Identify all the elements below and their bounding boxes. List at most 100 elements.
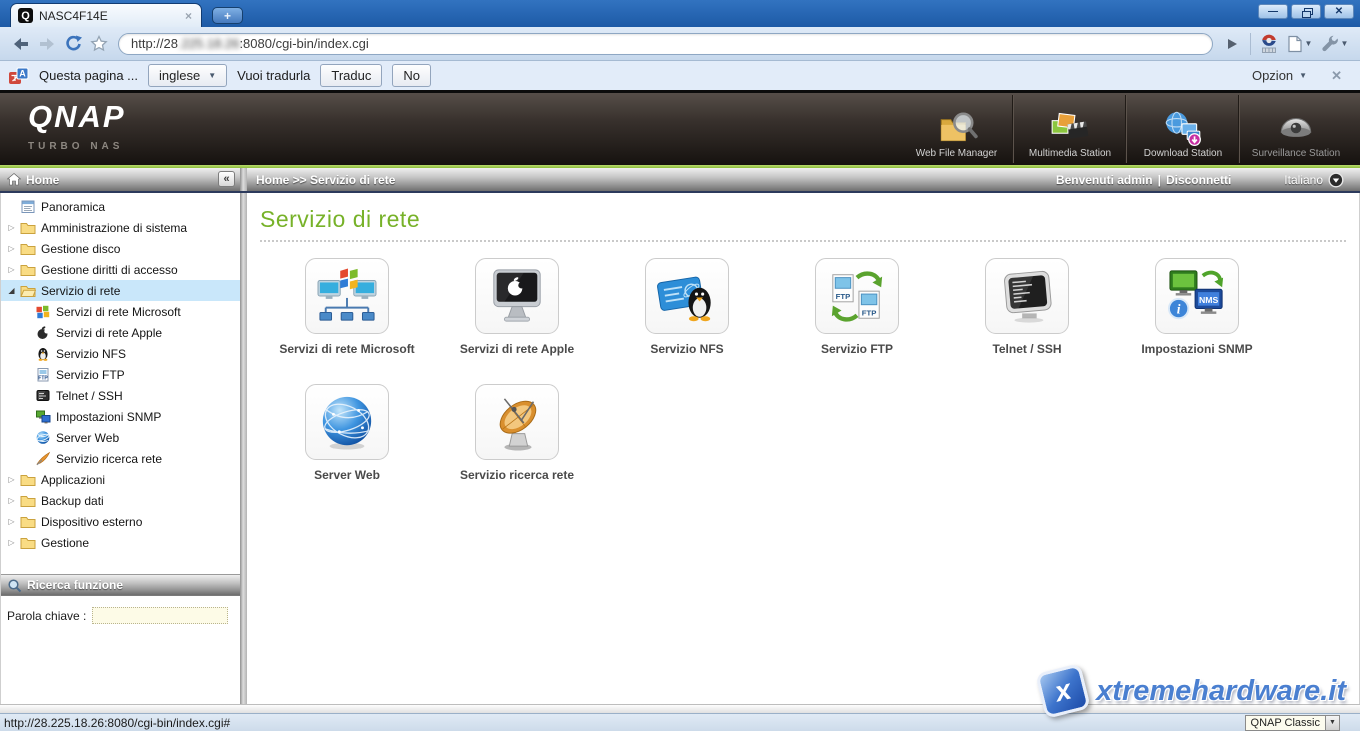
main-panel: Servizio di rete	[247, 193, 1360, 704]
language-select[interactable]: inglese ▼	[148, 64, 227, 87]
download-station-icon	[1162, 110, 1204, 146]
sidebar-item-servizio-di-rete[interactable]: ◢ Servizio di rete	[1, 280, 240, 301]
svg-text:FTP: FTP	[38, 375, 48, 381]
extension-button[interactable]	[1256, 31, 1282, 57]
sidebar-item-servizi-rete-apple[interactable]: Servizi di rete Apple	[1, 322, 240, 343]
translate-icon: A	[8, 67, 29, 85]
address-bar[interactable]: http://28.225.18.26:8080/cgi-bin/index.c…	[118, 33, 1213, 55]
station-surveillance[interactable]: Surveillance Station	[1239, 95, 1352, 163]
sidebar-item-servizio-ftp[interactable]: FTP Servizio FTP	[1, 364, 240, 385]
nfs-icon	[656, 267, 718, 325]
service-label: Server Web	[314, 468, 380, 482]
sidebar-item-servizi-rete-microsoft[interactable]: Servizi di rete Microsoft	[1, 301, 240, 322]
tile: NMS i	[1155, 258, 1239, 334]
close-button[interactable]: ✕	[1324, 4, 1354, 19]
sidebar-item-gestione-diritti[interactable]: ▷ Gestione diritti di accesso	[1, 259, 240, 280]
go-button[interactable]	[1219, 31, 1245, 57]
title-divider	[260, 240, 1346, 242]
service-grid: Servizi di rete Microsoft	[247, 258, 1287, 510]
keyword-input[interactable]	[92, 607, 228, 624]
sidebar-item-gestione-disco[interactable]: ▷ Gestione disco	[1, 238, 240, 259]
sidebar-item-backup-dati[interactable]: ▷ Backup dati	[1, 490, 240, 511]
infobar-close-icon[interactable]: ✕	[1331, 68, 1342, 84]
search-panel-header[interactable]: Ricerca funzione	[1, 574, 240, 596]
collapse-sidebar-button[interactable]: «	[218, 171, 235, 187]
expand-arrow-icon[interactable]: ▷	[5, 517, 18, 526]
station-multimedia[interactable]: Multimedia Station	[1013, 95, 1126, 163]
language-globe-icon[interactable]	[1328, 172, 1344, 188]
translate-button[interactable]: Traduc	[320, 64, 382, 87]
sidebar-item-applicazioni[interactable]: ▷ Applicazioni	[1, 469, 240, 490]
expand-arrow-icon[interactable]: ▷	[5, 244, 18, 253]
expand-arrow-icon[interactable]: ▷	[5, 475, 18, 484]
folder-icon	[18, 241, 37, 257]
restore-button[interactable]	[1291, 4, 1321, 19]
chevron-down-icon: ▼	[1305, 39, 1313, 48]
translate-options-button[interactable]: Opzion ▼	[1252, 68, 1307, 83]
linux-icon	[33, 346, 52, 362]
bookmark-button[interactable]	[86, 31, 112, 57]
folder-icon	[18, 262, 37, 278]
service-label: Servizio ricerca rete	[460, 468, 574, 482]
page-icon	[1286, 35, 1303, 53]
sidebar-item-gestione[interactable]: ▷ Gestione	[1, 532, 240, 553]
service-ftp[interactable]: FTP FTP Servizio FTP	[772, 258, 942, 356]
overview-icon	[18, 199, 37, 215]
service-microsoft-network[interactable]: Servizi di rete Microsoft	[262, 258, 432, 356]
page-menu-button[interactable]: ▼	[1282, 31, 1316, 57]
folder-open-icon	[18, 283, 37, 299]
back-button[interactable]	[8, 31, 34, 57]
new-tab-button[interactable]: +	[212, 7, 243, 24]
sidebar-item-impostazioni-snmp[interactable]: Impostazioni SNMP	[1, 406, 240, 427]
theme-select[interactable]: QNAP Classic ▼	[1245, 715, 1340, 731]
restore-icon	[1302, 8, 1311, 16]
station-download[interactable]: Download Station	[1126, 95, 1239, 163]
sidebar-item-amministrazione-di-sistema[interactable]: ▷ Amministrazione di sistema	[1, 217, 240, 238]
expand-arrow-icon[interactable]: ▷	[5, 538, 18, 547]
service-web-server[interactable]: Server Web	[262, 384, 432, 482]
sidebar-item-panoramica[interactable]: Panoramica	[1, 196, 240, 217]
folder-icon	[18, 472, 37, 488]
sidebar-item-server-web[interactable]: Server Web	[1, 427, 240, 448]
tile	[985, 258, 1069, 334]
telnet-ssh-icon	[996, 267, 1058, 325]
service-network-discovery[interactable]: Servizio ricerca rete	[432, 384, 602, 482]
service-label: Servizi di rete Apple	[460, 342, 574, 356]
keyword-label: Parola chiave :	[7, 609, 86, 623]
expand-arrow-icon[interactable]: ▷	[5, 265, 18, 274]
browser-tab[interactable]: Q NASC4F14E ×	[10, 3, 202, 27]
sidebar-item-servizio-nfs[interactable]: Servizio NFS	[1, 343, 240, 364]
panel-divider[interactable]	[240, 193, 247, 704]
ftp-service-icon: FTP FTP	[826, 267, 888, 325]
forward-button[interactable]	[34, 31, 60, 57]
expand-arrow-icon[interactable]: ▷	[5, 223, 18, 232]
service-apple-network[interactable]: Servizi di rete Apple	[432, 258, 602, 356]
service-snmp[interactable]: NMS i Impostazioni SNMP	[1112, 258, 1282, 356]
globe-icon	[33, 430, 52, 446]
sidebar-item-servizio-ricerca-rete[interactable]: Servizio ricerca rete	[1, 448, 240, 469]
breadcrumb-bar: Home >> Servizio di rete Benvenuti admin…	[247, 168, 1360, 193]
service-telnet-ssh[interactable]: Telnet / SSH	[942, 258, 1112, 356]
logout-link[interactable]: Disconnetti	[1166, 173, 1231, 187]
sidebar-item-telnet-ssh[interactable]: Telnet / SSH	[1, 385, 240, 406]
watermark-text: xtremehardware.it	[1096, 675, 1346, 708]
minimize-button[interactable]: —	[1258, 4, 1288, 19]
tab-close-icon[interactable]: ×	[183, 9, 194, 23]
welcome-separator: |	[1158, 173, 1161, 187]
station-web-file-manager[interactable]: Web File Manager	[900, 95, 1013, 163]
sidebar-item-dispositivo-esterno[interactable]: ▷ Dispositivo esterno	[1, 511, 240, 532]
reload-icon	[64, 34, 83, 53]
expand-arrow-icon[interactable]: ▷	[5, 496, 18, 505]
reload-button[interactable]	[60, 31, 86, 57]
translate-message: Questa pagina ...	[39, 68, 138, 83]
no-translate-button[interactable]: No	[392, 64, 431, 87]
svg-text:FTP: FTP	[862, 308, 877, 317]
service-nfs[interactable]: Servizio NFS	[602, 258, 772, 356]
xtremehardware-logo-icon: x	[1035, 663, 1091, 719]
folder-icon	[18, 535, 37, 551]
welcome-text: Benvenuti admin	[1056, 173, 1153, 187]
windows-icon	[33, 304, 52, 320]
wrench-menu-button[interactable]: ▼	[1316, 31, 1352, 57]
collapse-arrow-icon[interactable]: ◢	[5, 286, 18, 295]
tile	[305, 384, 389, 460]
